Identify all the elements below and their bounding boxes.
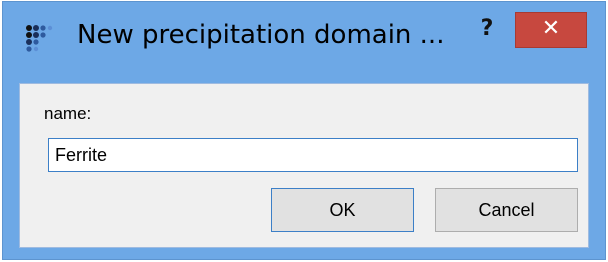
dialog-title: New precipitation domain ... bbox=[77, 20, 445, 50]
close-icon: ✕ bbox=[541, 16, 561, 41]
close-button[interactable]: ✕ bbox=[515, 12, 587, 48]
dialog-body: name: OK Cancel bbox=[19, 83, 589, 248]
ok-button[interactable]: OK bbox=[271, 188, 414, 232]
cancel-button[interactable]: Cancel bbox=[435, 188, 578, 232]
help-button[interactable]: ? bbox=[467, 12, 507, 48]
name-input[interactable] bbox=[48, 138, 578, 172]
dialog-window: New precipitation domain ... ? ✕ name: O… bbox=[2, 1, 606, 260]
app-icon bbox=[26, 25, 53, 52]
name-label: name: bbox=[44, 104, 92, 123]
title-bar[interactable]: New precipitation domain ... ? ✕ bbox=[3, 2, 605, 84]
